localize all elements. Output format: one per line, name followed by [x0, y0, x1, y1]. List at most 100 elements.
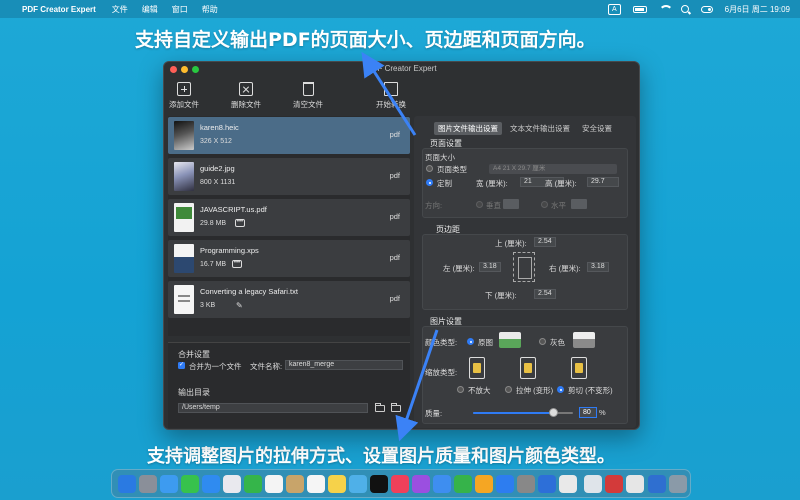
add-file-icon [177, 82, 191, 96]
menu-window[interactable]: 窗口 [172, 4, 188, 15]
quality-label: 质量: [425, 409, 443, 418]
merge-filename-input[interactable]: karen8_merge [285, 360, 403, 370]
numbers-icon[interactable] [454, 475, 472, 493]
file-row[interactable]: guide2.jpg 800 X 1131 pdf [168, 158, 410, 195]
file-row[interactable]: Converting a legacy Safari.txt 3 KB ✎ pd… [168, 281, 410, 318]
menu-file[interactable]: 文件 [112, 4, 128, 15]
merge-output-panel: 合并设置 ✓ 合并为一个文件 文件名称: karen8_merge 输出目录 /… [168, 342, 410, 428]
control-center-icon[interactable] [700, 5, 713, 13]
close-window-button[interactable] [170, 66, 177, 73]
scale-none-label: 不放大 [468, 386, 491, 395]
tab-security[interactable]: 安全设置 [578, 122, 616, 135]
quality-input[interactable]: 80 [579, 407, 597, 418]
spotlight-search-icon[interactable] [680, 5, 689, 13]
tv-icon[interactable] [370, 475, 388, 493]
start-convert-button[interactable]: 开始转换 [376, 82, 406, 110]
quality-slider-knob[interactable] [548, 408, 558, 417]
photos-icon[interactable] [223, 475, 241, 493]
reminders-icon[interactable] [307, 475, 325, 493]
file-size: 16.7 MB [200, 261, 227, 268]
file-row[interactable]: karen8.heic 326 X 512 pdf [168, 117, 410, 154]
launchpad-icon[interactable] [139, 475, 157, 493]
choose-folder-icon[interactable] [391, 403, 401, 412]
menu-clock[interactable]: 6月6日 周二 19:09 [725, 4, 790, 15]
page-type-select[interactable]: A4 21 X 29.7 厘米 [489, 164, 617, 174]
facetime-icon[interactable] [244, 475, 262, 493]
file-output-type: pdf [389, 130, 400, 139]
margin-left-input[interactable]: 3.18 [479, 262, 501, 272]
safari-icon[interactable] [160, 475, 178, 493]
more-options-icon[interactable]: ••• [232, 260, 242, 268]
tab-image-output[interactable]: 图片文件输出设置 [434, 122, 502, 135]
landscape-radio[interactable] [541, 201, 548, 208]
portrait-radio[interactable] [476, 201, 483, 208]
tab-text-output[interactable]: 文本文件输出设置 [506, 122, 574, 135]
zoom-window-button[interactable] [192, 66, 199, 73]
menu-edit[interactable]: 编辑 [142, 4, 158, 15]
toolbar: 添加文件 删除文件 清空文件 开始转换 [164, 78, 639, 114]
scale-stretch-radio[interactable] [505, 386, 512, 393]
keynote-icon[interactable] [433, 475, 451, 493]
menu-bar: PDF Creator Expert 文件 编辑 窗口 帮助 A 6月6日 周二… [0, 0, 800, 18]
finder-icon[interactable] [118, 475, 136, 493]
calendar-icon[interactable] [265, 475, 283, 493]
color-original-radio[interactable] [467, 338, 474, 345]
minimize-window-button[interactable] [181, 66, 188, 73]
pages-icon[interactable] [475, 475, 493, 493]
clear-files-button[interactable]: 清空文件 [293, 82, 323, 110]
convert-icon [384, 82, 398, 96]
height-input[interactable]: 29.7 [587, 177, 619, 187]
file-name: Programming.xps [200, 246, 259, 255]
start-convert-label: 开始转换 [376, 100, 406, 109]
pdf-app-dock-icon[interactable] [605, 475, 623, 493]
mail-icon[interactable] [202, 475, 220, 493]
system-settings-icon[interactable] [517, 475, 535, 493]
color-gray-radio[interactable] [539, 338, 546, 345]
input-source-indicator[interactable]: A [607, 3, 621, 15]
color-gray-label: 灰色 [550, 338, 565, 347]
file-row[interactable]: JAVASCRIPT.us.pdf 29.8 MB ••• pdf [168, 199, 410, 236]
freeform-icon[interactable] [349, 475, 367, 493]
file-thumbnail [174, 244, 194, 273]
settings-tabs: 图片文件输出设置 文本文件输出设置 安全设置 [434, 122, 616, 135]
file-size: 3 KB [200, 302, 216, 309]
xcode-icon[interactable] [538, 475, 556, 493]
menu-app-name[interactable]: PDF Creator Expert [22, 5, 96, 14]
margin-bottom-input[interactable]: 2.54 [534, 289, 556, 299]
chrome-icon[interactable] [559, 475, 577, 493]
downloads-stack-icon[interactable] [648, 475, 666, 493]
wifi-icon[interactable] [658, 5, 673, 13]
messages-icon[interactable] [181, 475, 199, 493]
delete-file-icon [239, 82, 253, 96]
scale-none-radio[interactable] [457, 386, 464, 393]
delete-file-button[interactable]: 删除文件 [231, 82, 261, 110]
battery-icon[interactable] [632, 5, 647, 13]
podcasts-icon[interactable] [412, 475, 430, 493]
menu-help[interactable]: 帮助 [202, 4, 218, 15]
more-options-icon[interactable]: ••• [235, 219, 245, 227]
merge-checkbox[interactable]: ✓ [178, 362, 185, 369]
margin-right-input[interactable]: 3.18 [587, 262, 609, 272]
file-list[interactable]: karen8.heic 326 X 512 pdf guide2.jpg 800… [168, 116, 410, 336]
app-dock-icon[interactable] [626, 475, 644, 493]
page-type-radio[interactable] [426, 165, 433, 172]
file-row[interactable]: Programming.xps 16.7 MB ••• pdf [168, 240, 410, 277]
margin-top-input[interactable]: 2.54 [534, 237, 556, 247]
custom-size-radio[interactable] [426, 179, 433, 186]
output-section-title: 输出目录 [178, 388, 210, 397]
output-path-input[interactable]: /Users/temp [178, 403, 368, 413]
app-store-icon[interactable] [496, 475, 514, 493]
open-folder-icon[interactable] [375, 403, 385, 412]
add-file-button[interactable]: 添加文件 [169, 82, 199, 110]
pdf-creator-dock-icon[interactable] [584, 475, 602, 493]
margin-right-label: 右 (厘米): [549, 264, 581, 273]
notes-icon[interactable] [328, 475, 346, 493]
edit-pen-icon[interactable]: ✎ [236, 301, 243, 310]
trash-dock-icon[interactable] [669, 475, 687, 493]
scale-crop-radio[interactable] [557, 386, 564, 393]
landscape-label: 水平 [551, 201, 566, 210]
contacts-icon[interactable] [286, 475, 304, 493]
page-margins-preview-icon [513, 252, 535, 282]
clear-files-label: 清空文件 [293, 100, 323, 109]
music-icon[interactable] [391, 475, 409, 493]
